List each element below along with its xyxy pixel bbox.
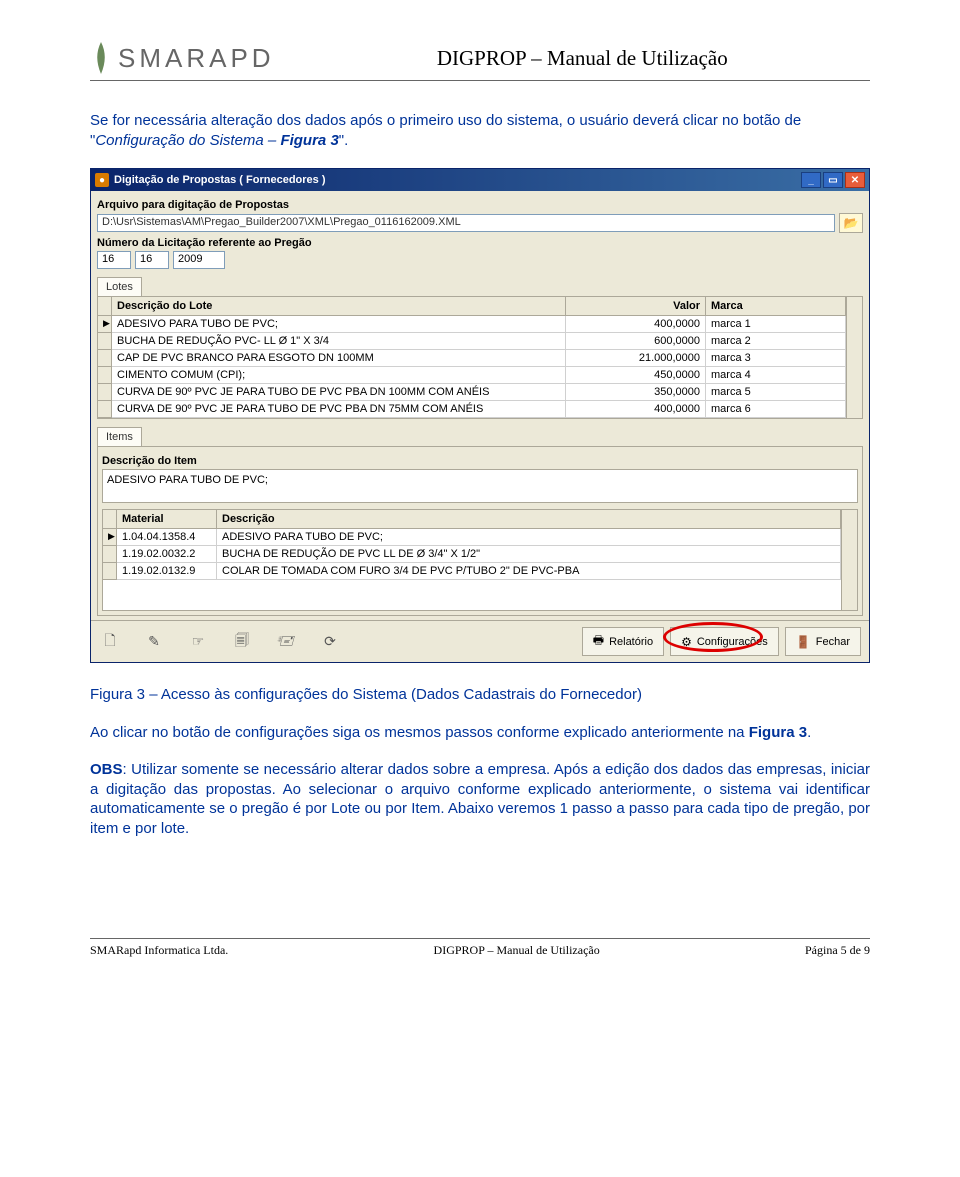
row-indicator	[98, 401, 112, 418]
cell-desc[interactable]: ADESIVO PARA TUBO DE PVC;	[112, 316, 566, 333]
footer-right: Página 5 de 9	[805, 943, 870, 958]
paragraph-p2: Ao clicar no botão de configurações siga…	[90, 723, 870, 743]
cell-valor[interactable]: 350,0000	[566, 384, 706, 401]
tab-items[interactable]: Items	[97, 427, 142, 446]
table-row[interactable]: BUCHA DE REDUÇÃO PVC- LL Ø 1" X 3/4600,0…	[98, 333, 846, 350]
leaf-icon	[90, 40, 112, 76]
tool-icon-1[interactable]: 🗋	[99, 631, 121, 653]
tool-icon-5[interactable]: 🖅	[275, 631, 297, 653]
header-divider	[90, 80, 870, 81]
items-col-descricao[interactable]: Descrição	[217, 510, 841, 529]
num-field-2[interactable]: 16	[135, 251, 169, 269]
paragraph-intro: Se for necessária alteração dos dados ap…	[90, 111, 870, 150]
fechar-button[interactable]: 🚪 Fechar	[785, 627, 861, 656]
items-col-material[interactable]: Material	[117, 510, 217, 529]
label-numero: Número da Licitação referente ao Pregão	[97, 237, 863, 249]
app-icon: ●	[95, 173, 109, 187]
hand-point-icon[interactable]: ☞	[187, 631, 209, 653]
browse-button[interactable]: 📂	[839, 213, 863, 233]
cell-material[interactable]: 1.04.04.1358.4	[117, 529, 217, 546]
cell-valor[interactable]: 450,0000	[566, 367, 706, 384]
row-indicator	[98, 350, 112, 367]
footer-center: DIGPROP – Manual de Utilização	[434, 943, 600, 958]
cell-desc[interactable]: BUCHA DE REDUÇÃO PVC- LL Ø 1" X 3/4	[112, 333, 566, 350]
printer-icon: 🖶	[593, 631, 604, 652]
desc-item-textarea[interactable]: ADESIVO PARA TUBO DE PVC;	[102, 469, 858, 503]
document-title: DIGPROP – Manual de Utilização	[295, 46, 870, 71]
cell-marca[interactable]: marca 3	[706, 350, 846, 367]
cell-valor[interactable]: 400,0000	[566, 316, 706, 333]
cell-desc[interactable]: CURVA DE 90º PVC JE PARA TUBO DE PVC PBA…	[112, 384, 566, 401]
cell-marca[interactable]: marca 5	[706, 384, 846, 401]
close-button[interactable]: ✕	[845, 172, 865, 188]
row-indicator	[103, 546, 117, 563]
maximize-button[interactable]: ▭	[823, 172, 843, 188]
lotes-col-marca[interactable]: Marca	[706, 297, 846, 316]
tool-icon-4[interactable]: 🗐	[231, 631, 253, 653]
row-indicator: ▶	[98, 316, 112, 333]
table-row[interactable]: CIMENTO COMUM (CPI);450,0000marca 4	[98, 367, 846, 384]
table-row[interactable]: 1.19.02.0132.9COLAR DE TOMADA COM FURO 3…	[103, 563, 841, 580]
folder-icon: 📂	[844, 216, 859, 230]
row-indicator	[103, 563, 117, 580]
scrollbar-lotes[interactable]	[846, 297, 862, 418]
table-row[interactable]: 1.19.02.0032.2BUCHA DE REDUÇÃO DE PVC LL…	[103, 546, 841, 563]
row-indicator	[98, 384, 112, 401]
table-row[interactable]: ▶ADESIVO PARA TUBO DE PVC;400,0000marca …	[98, 316, 846, 333]
footer-left: SMARapd Informatica Ltda.	[90, 943, 228, 958]
cell-marca[interactable]: marca 4	[706, 367, 846, 384]
table-row[interactable]: ▶1.04.04.1358.4ADESIVO PARA TUBO DE PVC;	[103, 529, 841, 546]
cell-valor[interactable]: 600,0000	[566, 333, 706, 350]
table-row[interactable]: CURVA DE 90º PVC JE PARA TUBO DE PVC PBA…	[98, 384, 846, 401]
cell-desc[interactable]: CURVA DE 90º PVC JE PARA TUBO DE PVC PBA…	[112, 401, 566, 418]
window-titlebar: ● Digitação de Propostas ( Fornecedores …	[91, 169, 869, 191]
cell-marca[interactable]: marca 1	[706, 316, 846, 333]
configuracoes-button[interactable]: ⚙ Configurações	[670, 627, 779, 656]
logo: SMARAPD	[90, 40, 275, 76]
row-indicator: ▶	[103, 529, 117, 546]
table-row[interactable]: CAP DE PVC BRANCO PARA ESGOTO DN 100MM21…	[98, 350, 846, 367]
tool-icon-2[interactable]: ✎	[143, 631, 165, 653]
cell-valor[interactable]: 400,0000	[566, 401, 706, 418]
minimize-button[interactable]: _	[801, 172, 821, 188]
scrollbar-items[interactable]	[841, 510, 857, 610]
label-arquivo: Arquivo para digitação de Propostas	[97, 199, 863, 211]
items-col-indicator	[103, 510, 117, 529]
lotes-col-indicator	[98, 297, 112, 316]
cell-material[interactable]: 1.19.02.0032.2	[117, 546, 217, 563]
refresh-icon[interactable]: ⟳	[319, 631, 341, 653]
num-field-3[interactable]: 2009	[173, 251, 225, 269]
bottom-toolbar: 🗋 ✎ ☞ 🗐 🖅 ⟳ 🖶 Relatório ⚙ Configurações	[91, 620, 869, 662]
lotes-col-valor[interactable]: Valor	[566, 297, 706, 316]
gear-icon: ⚙	[681, 635, 692, 649]
cell-desc[interactable]: COLAR DE TOMADA COM FURO 3/4 DE PVC P/TU…	[217, 563, 841, 580]
table-row[interactable]: CURVA DE 90º PVC JE PARA TUBO DE PVC PBA…	[98, 401, 846, 418]
cell-desc[interactable]: BUCHA DE REDUÇÃO DE PVC LL DE Ø 3/4" X 1…	[217, 546, 841, 563]
tab-lotes[interactable]: Lotes	[97, 277, 142, 296]
row-indicator	[98, 367, 112, 384]
cell-desc[interactable]: CIMENTO COMUM (CPI);	[112, 367, 566, 384]
file-path-input[interactable]: D:\Usr\Sistemas\AM\Pregao_Builder2007\XM…	[97, 214, 835, 232]
logo-text: SMARAPD	[118, 43, 275, 74]
cell-material[interactable]: 1.19.02.0132.9	[117, 563, 217, 580]
cell-marca[interactable]: marca 2	[706, 333, 846, 350]
cell-desc[interactable]: CAP DE PVC BRANCO PARA ESGOTO DN 100MM	[112, 350, 566, 367]
app-window: ● Digitação de Propostas ( Fornecedores …	[90, 168, 870, 663]
cell-desc[interactable]: ADESIVO PARA TUBO DE PVC;	[217, 529, 841, 546]
cell-valor[interactable]: 21.000,0000	[566, 350, 706, 367]
label-desc-item: Descrição do Item	[102, 455, 858, 467]
page-footer: SMARapd Informatica Ltda. DIGPROP – Manu…	[90, 943, 870, 958]
relatorio-button[interactable]: 🖶 Relatório	[582, 627, 664, 656]
footer-divider	[90, 938, 870, 939]
row-indicator	[98, 333, 112, 350]
num-field-1[interactable]: 16	[97, 251, 131, 269]
cell-marca[interactable]: marca 6	[706, 401, 846, 418]
grid-lotes: Descrição do Lote Valor Marca ▶ADESIVO P…	[97, 296, 863, 419]
grid-items: Material Descrição ▶1.04.04.1358.4ADESIV…	[102, 509, 858, 611]
door-icon: 🚪	[796, 635, 811, 649]
window-title: Digitação de Propostas ( Fornecedores )	[114, 174, 801, 186]
paragraph-obs: OBS: Utilizar somente se necessário alte…	[90, 760, 870, 838]
lotes-col-desc[interactable]: Descrição do Lote	[112, 297, 566, 316]
figure-caption: Figura 3 – Acesso às configurações do Si…	[90, 685, 870, 705]
